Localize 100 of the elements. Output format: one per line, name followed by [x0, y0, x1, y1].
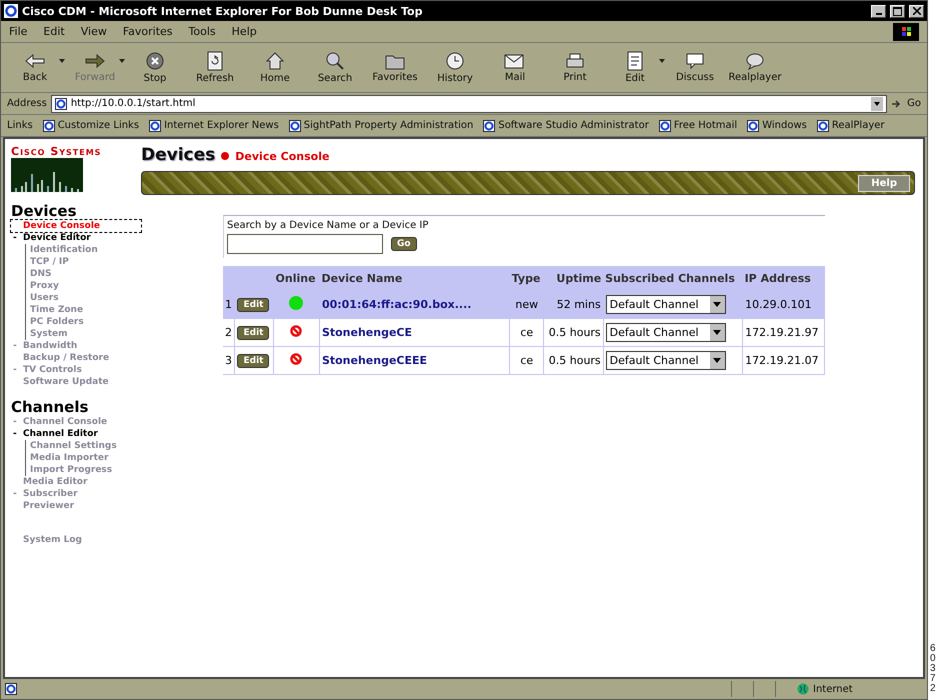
home-icon — [265, 51, 285, 71]
column-header: Type — [512, 272, 540, 285]
row-number: 1 — [225, 298, 232, 311]
search-field[interactable] — [227, 234, 383, 254]
sidebar-link[interactable]: Device Console — [11, 220, 141, 232]
window-title: Cisco CDM - Microsoft Internet Explorer For Bob Dunne Desk Top — [22, 4, 424, 18]
back-arrow-icon — [24, 52, 46, 70]
page-icon — [816, 120, 829, 132]
sidebar-link[interactable]: - Channel Editor — [11, 428, 141, 440]
toolbar-button[interactable]: Stop — [129, 51, 181, 84]
help-button[interactable]: Help — [858, 174, 910, 192]
status-zone: Internet — [813, 684, 854, 694]
page-icon — [149, 120, 162, 132]
address-text: http://10.0.0.1/start.html — [70, 98, 196, 109]
toolbar-button[interactable]: Back — [9, 52, 61, 83]
ip-address: 10.29.0.101 — [745, 298, 812, 311]
menu-item[interactable]: File — [9, 25, 28, 38]
links-bar-link[interactable]: Software Studio Administrator — [483, 120, 649, 132]
device-name-link[interactable]: 00:01:64:ff:ac:90.box.... — [322, 298, 472, 311]
column-header: Uptime — [556, 272, 602, 285]
address-field[interactable]: http://10.0.0.1/start.html — [50, 94, 888, 112]
device-type: ce — [520, 326, 534, 339]
edit-button[interactable]: Edit — [237, 354, 270, 368]
menu-item[interactable]: Help — [232, 25, 257, 38]
dropdown-arrow-icon — [713, 302, 722, 307]
maximize-icon — [893, 6, 902, 16]
column-header: IP Address — [744, 272, 811, 285]
channel-select[interactable]: Default Channel — [606, 295, 726, 314]
sidebar-link[interactable]: - Device Editor — [11, 232, 141, 244]
toolbar-button[interactable]: Realplayer — [729, 52, 781, 83]
toolbar-button[interactable]: History — [429, 51, 481, 84]
row-number: 2 — [225, 326, 232, 339]
menu-item[interactable]: Favorites — [122, 25, 173, 38]
menu-item[interactable]: Tools — [188, 25, 216, 38]
close-button[interactable] — [909, 4, 924, 18]
toolbar-button[interactable]: Edit — [609, 51, 661, 84]
table-row[interactable]: 3 Edit StonehengeCEEE ce 0.5 hours Default Channel 172.19.21.07 — [223, 346, 824, 374]
search-icon — [325, 51, 345, 71]
page-icon — [42, 120, 55, 132]
page-title: Devices — [141, 145, 216, 165]
document-icon — [626, 51, 644, 71]
toolbar-button[interactable]: Discuss — [669, 52, 721, 83]
menu-item[interactable]: Edit — [43, 25, 65, 38]
go-button[interactable]: Go — [907, 98, 921, 109]
device-name-link[interactable]: StonehengeCEEE — [322, 354, 428, 367]
ip-address: 172.19.21.97 — [745, 326, 819, 339]
refresh-icon — [206, 51, 224, 71]
toolbar-button[interactable]: Mail — [489, 52, 541, 83]
edit-button[interactable]: Edit — [237, 298, 270, 312]
dropdown-arrow-icon — [713, 330, 722, 335]
globe-icon — [797, 683, 809, 695]
menu-item[interactable]: View — [80, 25, 107, 38]
caret-icon[interactable] — [59, 58, 65, 62]
figure-number: 60372 — [930, 644, 937, 694]
device-type: ce — [520, 354, 534, 367]
address-label: Address — [7, 98, 47, 109]
caret-icon[interactable] — [659, 58, 665, 62]
edit-button[interactable]: Edit — [237, 326, 270, 340]
links-bar-link[interactable]: RealPlayer — [816, 120, 885, 132]
speech-bubble-icon — [745, 52, 765, 70]
links-label: Links — [7, 120, 33, 131]
dropdown-arrow-icon — [713, 358, 722, 363]
sidebar-heading: Channels — [11, 398, 90, 416]
browser-icon — [4, 4, 18, 18]
toolbar-button[interactable]: Home — [249, 51, 301, 84]
links-bar-link[interactable]: SightPath Property Administration — [288, 120, 474, 132]
discussion-icon — [685, 52, 705, 70]
stop-icon — [145, 51, 165, 71]
toolbar-button[interactable]: Print — [549, 52, 601, 83]
close-icon — [912, 7, 920, 15]
minimize-button[interactable] — [871, 4, 886, 18]
table-row[interactable]: 2 Edit StonehengeCE ce 0.5 hours Default Channel 172.19.21.97 — [223, 318, 824, 346]
page-subtitle: Device Console — [235, 150, 330, 163]
toolbar-button[interactable]: Search — [309, 51, 361, 84]
table-row[interactable]: 1 Edit 00:01:64:ff:ac:90.box.... new 52 mins Default Channel 10.29.0.101 — [223, 291, 824, 318]
toolbar-button[interactable]: Refresh — [189, 51, 241, 84]
device-type: new — [515, 298, 538, 311]
printer-icon — [565, 52, 585, 70]
links-bar-link[interactable]: Windows — [747, 120, 807, 132]
column-header: Online — [276, 272, 316, 285]
page-icon — [288, 120, 301, 132]
links-bar-link[interactable]: Free Hotmail — [658, 120, 738, 132]
bullet-icon — [221, 152, 230, 160]
row-number: 3 — [225, 354, 232, 367]
uptime-text: 52 mins — [556, 298, 601, 311]
links-bar-link[interactable]: Customize Links — [42, 120, 140, 132]
sidebar-heading: Devices — [11, 202, 78, 220]
go-button[interactable]: Go — [391, 237, 417, 251]
logo-drawing — [11, 158, 83, 192]
column-header: Subscribed Channels — [605, 272, 735, 285]
toolbar-button[interactable]: Favorites — [369, 52, 421, 83]
windows-logo-icon — [893, 22, 919, 40]
links-bar-link[interactable]: Internet Explorer News — [149, 120, 279, 132]
channel-select[interactable]: Default Channel — [606, 323, 726, 342]
forward-arrow-icon — [84, 52, 106, 70]
channel-select[interactable]: Default Channel — [606, 351, 726, 370]
ip-address: 172.19.21.07 — [745, 354, 819, 367]
device-name-link[interactable]: StonehengeCE — [322, 326, 412, 339]
page-icon — [747, 120, 760, 132]
maximize-button[interactable] — [890, 4, 905, 18]
